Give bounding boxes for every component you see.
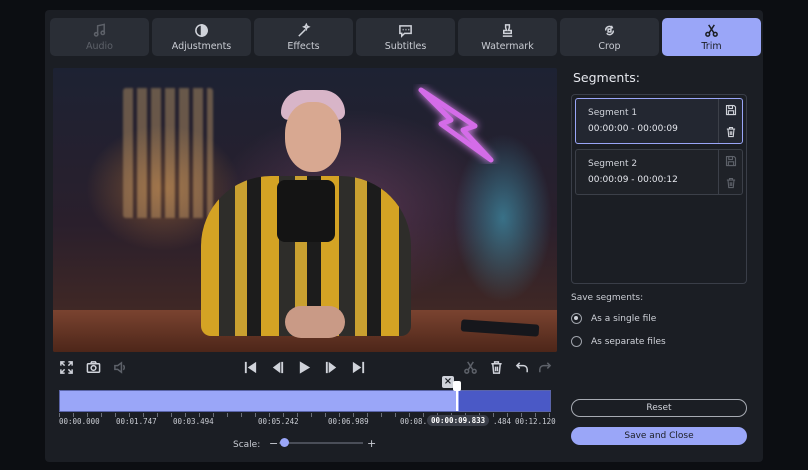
trash-icon[interactable] — [725, 177, 737, 189]
tab-label: Audio — [85, 40, 113, 52]
tab-label: Watermark — [481, 40, 534, 52]
save-and-close-button[interactable]: Save and Close — [571, 427, 747, 445]
fullscreen-button[interactable] — [57, 358, 75, 376]
skip-end-icon — [352, 361, 364, 373]
step-forward-icon — [325, 361, 336, 373]
scale-slider-track[interactable] — [279, 442, 363, 444]
undo-icon — [515, 361, 528, 372]
zoom-out-button[interactable]: − — [269, 437, 278, 450]
tab-label: Trim — [701, 40, 722, 52]
tab-adjustments[interactable]: Adjustments — [152, 18, 251, 56]
selected-segment-region[interactable] — [60, 391, 459, 411]
tab-label: Adjustments — [171, 40, 232, 52]
volume-icon — [113, 360, 125, 374]
segment-item-2[interactable]: Segment 2 00:00:09 - 00:00:12 — [575, 149, 743, 195]
timeline-label: 00:05.242 — [258, 417, 299, 426]
trash-icon — [490, 360, 502, 374]
video-preview — [53, 68, 557, 352]
redo-icon — [538, 361, 551, 372]
timeline-label: 00:03.494 — [173, 417, 214, 426]
option-label: As a single file — [591, 313, 657, 324]
playhead[interactable] — [453, 381, 461, 411]
split-button[interactable] — [461, 358, 479, 376]
tab-crop[interactable]: Crop — [560, 18, 659, 56]
play-button[interactable] — [295, 358, 313, 376]
timeline-label: 00:12.120 — [515, 417, 556, 426]
undo-button[interactable] — [513, 358, 531, 376]
radio-button[interactable] — [571, 313, 582, 324]
tab-watermark[interactable]: Watermark — [458, 18, 557, 56]
contrast-icon — [195, 23, 208, 37]
segment-range: 00:00:09 - 00:00:12 — [588, 175, 678, 185]
radio-button[interactable] — [571, 336, 582, 347]
zoom-in-button[interactable]: + — [367, 437, 376, 450]
editor-tabs: Audio Adjustments Effects Subtitles Wate… — [50, 18, 761, 56]
person-hands — [285, 306, 345, 338]
player-controls — [53, 356, 557, 378]
tab-trim[interactable]: Trim — [662, 18, 761, 56]
scale-label: Scale: — [233, 440, 261, 450]
scissors-icon — [463, 360, 477, 374]
magic-wand-icon — [298, 22, 311, 37]
segment-name: Segment 1 — [588, 108, 638, 118]
trim-editor-window: Audio Adjustments Effects Subtitles Wate… — [45, 10, 763, 462]
playhead-handle[interactable] — [453, 381, 461, 391]
snapshot-button[interactable] — [84, 358, 102, 376]
tab-label: Subtitles — [384, 40, 427, 52]
option-separate-files[interactable]: As separate files — [571, 336, 666, 347]
tab-audio[interactable]: Audio — [50, 18, 149, 56]
delete-segment-button[interactable] — [487, 358, 505, 376]
segment-range: 00:00:00 - 00:00:09 — [588, 124, 678, 134]
crop-rotate-icon — [605, 24, 614, 35]
save-icon[interactable] — [725, 104, 737, 116]
next-frame-button[interactable] — [322, 358, 340, 376]
scale-slider-thumb[interactable] — [280, 438, 289, 447]
tab-label: Crop — [598, 40, 621, 52]
segment-name: Segment 2 — [588, 159, 638, 169]
option-label: As separate files — [591, 336, 666, 347]
scissors-icon — [705, 23, 718, 37]
neon-lightning-sign — [418, 87, 494, 163]
option-single-file[interactable]: As a single file — [571, 313, 656, 324]
reset-button[interactable]: Reset — [571, 399, 747, 417]
segments-title: Segments: — [573, 70, 640, 85]
background-window — [123, 88, 213, 218]
timeline-track[interactable] — [59, 390, 551, 412]
go-to-end-button[interactable] — [349, 358, 367, 376]
timeline-label: .484 — [493, 417, 512, 426]
segment-actions — [718, 99, 742, 143]
tab-subtitles[interactable]: Subtitles — [356, 18, 455, 56]
tab-label: Effects — [287, 40, 320, 52]
skip-start-icon — [244, 361, 256, 373]
save-icon[interactable] — [725, 155, 737, 167]
timeline-label: 00:00.000 — [59, 417, 100, 426]
playhead-line — [456, 391, 458, 411]
music-note-icon — [93, 22, 106, 37]
step-back-icon — [272, 361, 283, 373]
stamp-icon — [502, 23, 513, 37]
camera-icon — [86, 360, 100, 373]
segment-actions — [718, 150, 742, 194]
trash-icon[interactable] — [725, 126, 737, 138]
timeline-label: 00:06.989 — [328, 417, 369, 426]
person-face — [285, 102, 341, 172]
fullscreen-icon — [59, 360, 73, 374]
speech-bubble-icon — [399, 24, 412, 38]
segment-item-1[interactable]: Segment 1 00:00:00 - 00:00:09 — [575, 98, 743, 144]
volume-button[interactable] — [111, 358, 129, 376]
save-segments-label: Save segments: — [571, 293, 644, 303]
tab-effects[interactable]: Effects — [254, 18, 353, 56]
go-to-start-button[interactable] — [241, 358, 259, 376]
person-turtleneck — [277, 180, 335, 242]
previous-frame-button[interactable] — [268, 358, 286, 376]
redo-button[interactable] — [535, 358, 553, 376]
current-time-label: 00:00:09.833 — [427, 415, 490, 426]
play-icon — [299, 360, 310, 374]
timeline-label: 00:01.747 — [116, 417, 157, 426]
